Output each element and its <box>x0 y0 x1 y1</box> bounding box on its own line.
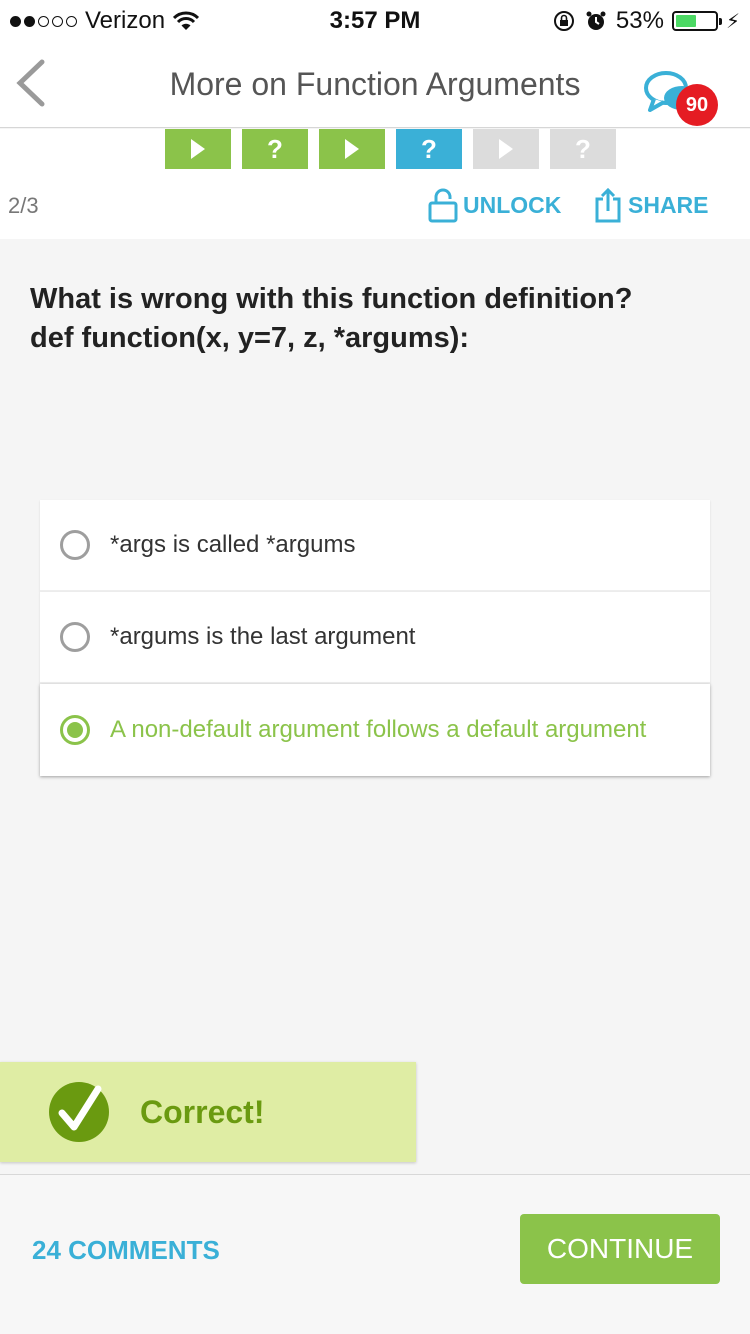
comments-link[interactable]: 24 COMMENTS <box>32 1235 220 1266</box>
result-label: Correct! <box>140 1093 265 1130</box>
play-icon <box>499 139 513 159</box>
question-line-2: def function(x, y=7, z, *argums): <box>30 322 470 354</box>
page-title: More on Function Arguments <box>169 66 581 102</box>
question-line-1: What is wrong with this function definit… <box>30 283 633 315</box>
share-icon <box>595 187 621 223</box>
battery-percent: 53% <box>615 7 664 34</box>
step-lesson[interactable] <box>319 129 385 169</box>
step-lesson[interactable] <box>473 129 539 169</box>
checkmark-icon <box>49 1082 109 1142</box>
radio-button[interactable] <box>60 715 90 745</box>
charging-icon: ⚡ <box>725 10 740 33</box>
step-quiz[interactable]: ? <box>396 129 462 169</box>
lesson-steps: ??? <box>165 129 616 169</box>
step-lesson[interactable] <box>165 129 231 169</box>
play-icon <box>345 139 359 159</box>
status-right: 53% ⚡ <box>552 7 740 35</box>
question-mark-icon: ? <box>267 133 283 164</box>
progress-strip: ??? 2/3 UNLOCK SHARE <box>0 129 750 239</box>
page-indicator: 2/3 <box>8 193 39 218</box>
answer-option[interactable]: A non-default argument follows a default… <box>40 684 710 776</box>
result-banner: Correct! <box>0 1062 416 1162</box>
play-icon <box>191 139 205 159</box>
continue-button[interactable]: CONTINUE <box>520 1214 720 1284</box>
step-quiz[interactable]: ? <box>550 129 616 169</box>
answer-text: *argums is the last argument <box>110 623 416 650</box>
battery-icon <box>671 11 722 31</box>
footer: 24 COMMENTS CONTINUE <box>0 1174 750 1334</box>
battery-level <box>675 15 697 27</box>
answer-text: A non-default argument follows a default… <box>110 716 647 743</box>
question-mark-icon: ? <box>421 133 437 164</box>
radio-button[interactable] <box>60 622 90 652</box>
step-quiz[interactable]: ? <box>242 129 308 169</box>
back-button[interactable] <box>12 58 52 108</box>
lock-icon <box>428 188 458 223</box>
question-mark-icon: ? <box>575 133 591 164</box>
answer-list: *args is called *argums *argums is the la… <box>40 500 710 776</box>
rotation-lock-icon <box>553 11 574 31</box>
answer-option[interactable]: *args is called *argums <box>40 500 710 592</box>
radio-button[interactable] <box>60 530 90 560</box>
answer-text: *args is called *argums <box>110 531 356 558</box>
status-bar: Verizon 3:57 PM 53% ⚡ <box>0 0 750 40</box>
notification-badge: 90 <box>676 84 718 126</box>
unlock-button[interactable]: UNLOCK <box>427 187 561 223</box>
share-button[interactable]: SHARE <box>594 187 709 223</box>
share-label: SHARE <box>628 191 709 218</box>
question-text: What is wrong with this function definit… <box>30 280 730 358</box>
answer-option[interactable]: *argums is the last argument <box>40 592 710 684</box>
nav-bar: More on Function Arguments 90 <box>0 40 750 128</box>
unlock-label: UNLOCK <box>463 191 562 218</box>
alarm-icon <box>586 11 606 30</box>
